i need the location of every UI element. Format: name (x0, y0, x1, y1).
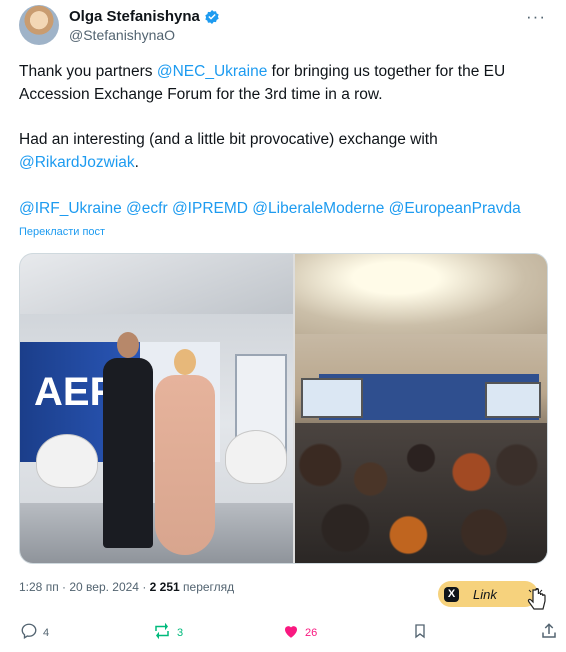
more-options-icon[interactable]: ··· (526, 7, 546, 27)
bookmark-button[interactable] (412, 622, 428, 643)
repost-icon (152, 622, 172, 643)
photo-left[interactable]: AEF (20, 254, 293, 563)
mention-link[interactable]: @ecfr (126, 200, 168, 217)
tweet-paragraph-2: Had an interesting (and a little bit pro… (19, 128, 549, 174)
mention-link[interactable]: @EuropeanPravda (389, 200, 521, 217)
bookmark-icon (412, 622, 428, 643)
reply-count: 4 (43, 626, 50, 639)
chair (225, 430, 287, 484)
x-logo-icon: X (444, 586, 459, 602)
tweet-text: Had an interesting (and a little bit pro… (19, 131, 438, 148)
tweet-meta: 1:28 пп · 20 вер. 2024 · 2 251 перегляд (19, 580, 234, 594)
link-button[interactable]: X Link (438, 581, 538, 607)
photo-right[interactable] (295, 254, 547, 563)
share-icon (540, 622, 558, 643)
audience (295, 423, 547, 563)
reply-icon (20, 622, 38, 643)
author-handle[interactable]: @StefanishynaO (69, 27, 175, 43)
repost-count: 3 (177, 626, 184, 639)
views-label: перегляд (179, 580, 235, 594)
like-button[interactable]: 26 (282, 622, 317, 643)
tweet-tags: @IRF_Ukraine @ecfr @IPREMD @LiberaleMode… (19, 197, 549, 220)
chair (36, 434, 98, 488)
mention-link[interactable]: @IPREMD (172, 200, 248, 217)
tweet-text: . (134, 154, 139, 171)
timestamp[interactable]: 1:28 пп · 20 вер. 2024 · (19, 580, 150, 594)
like-count: 26 (305, 626, 318, 639)
link-label: Link (473, 586, 497, 602)
mention-link[interactable]: @LiberaleModerne (252, 200, 384, 217)
translate-post-link[interactable]: Перекласти пост (19, 226, 105, 238)
mention-link[interactable]: @NEC_Ukraine (157, 63, 268, 80)
author-name[interactable]: Olga Stefanishyna (69, 8, 200, 25)
tweet-text: Thank you partners (19, 63, 157, 80)
avatar[interactable] (19, 5, 59, 45)
share-button[interactable] (540, 622, 558, 643)
person (103, 332, 153, 552)
heart-icon (282, 622, 300, 643)
reply-button[interactable]: 4 (20, 622, 49, 643)
action-bar: 4 3 26 (20, 622, 556, 648)
tweet-paragraph-1: Thank you partners @NEC_Ukraine for brin… (19, 60, 549, 106)
media-grid: AEF (19, 253, 548, 564)
repost-button[interactable]: 3 (152, 622, 183, 643)
author-row: Olga Stefanishyna (69, 8, 220, 25)
mention-link[interactable]: @RikardJozwiak (19, 154, 135, 171)
mention-link[interactable]: @IRF_Ukraine (19, 200, 122, 217)
view-count: 2 251 (149, 580, 180, 594)
verified-badge-icon (204, 9, 220, 25)
hand-pointer-icon (526, 588, 548, 619)
person (155, 349, 215, 559)
